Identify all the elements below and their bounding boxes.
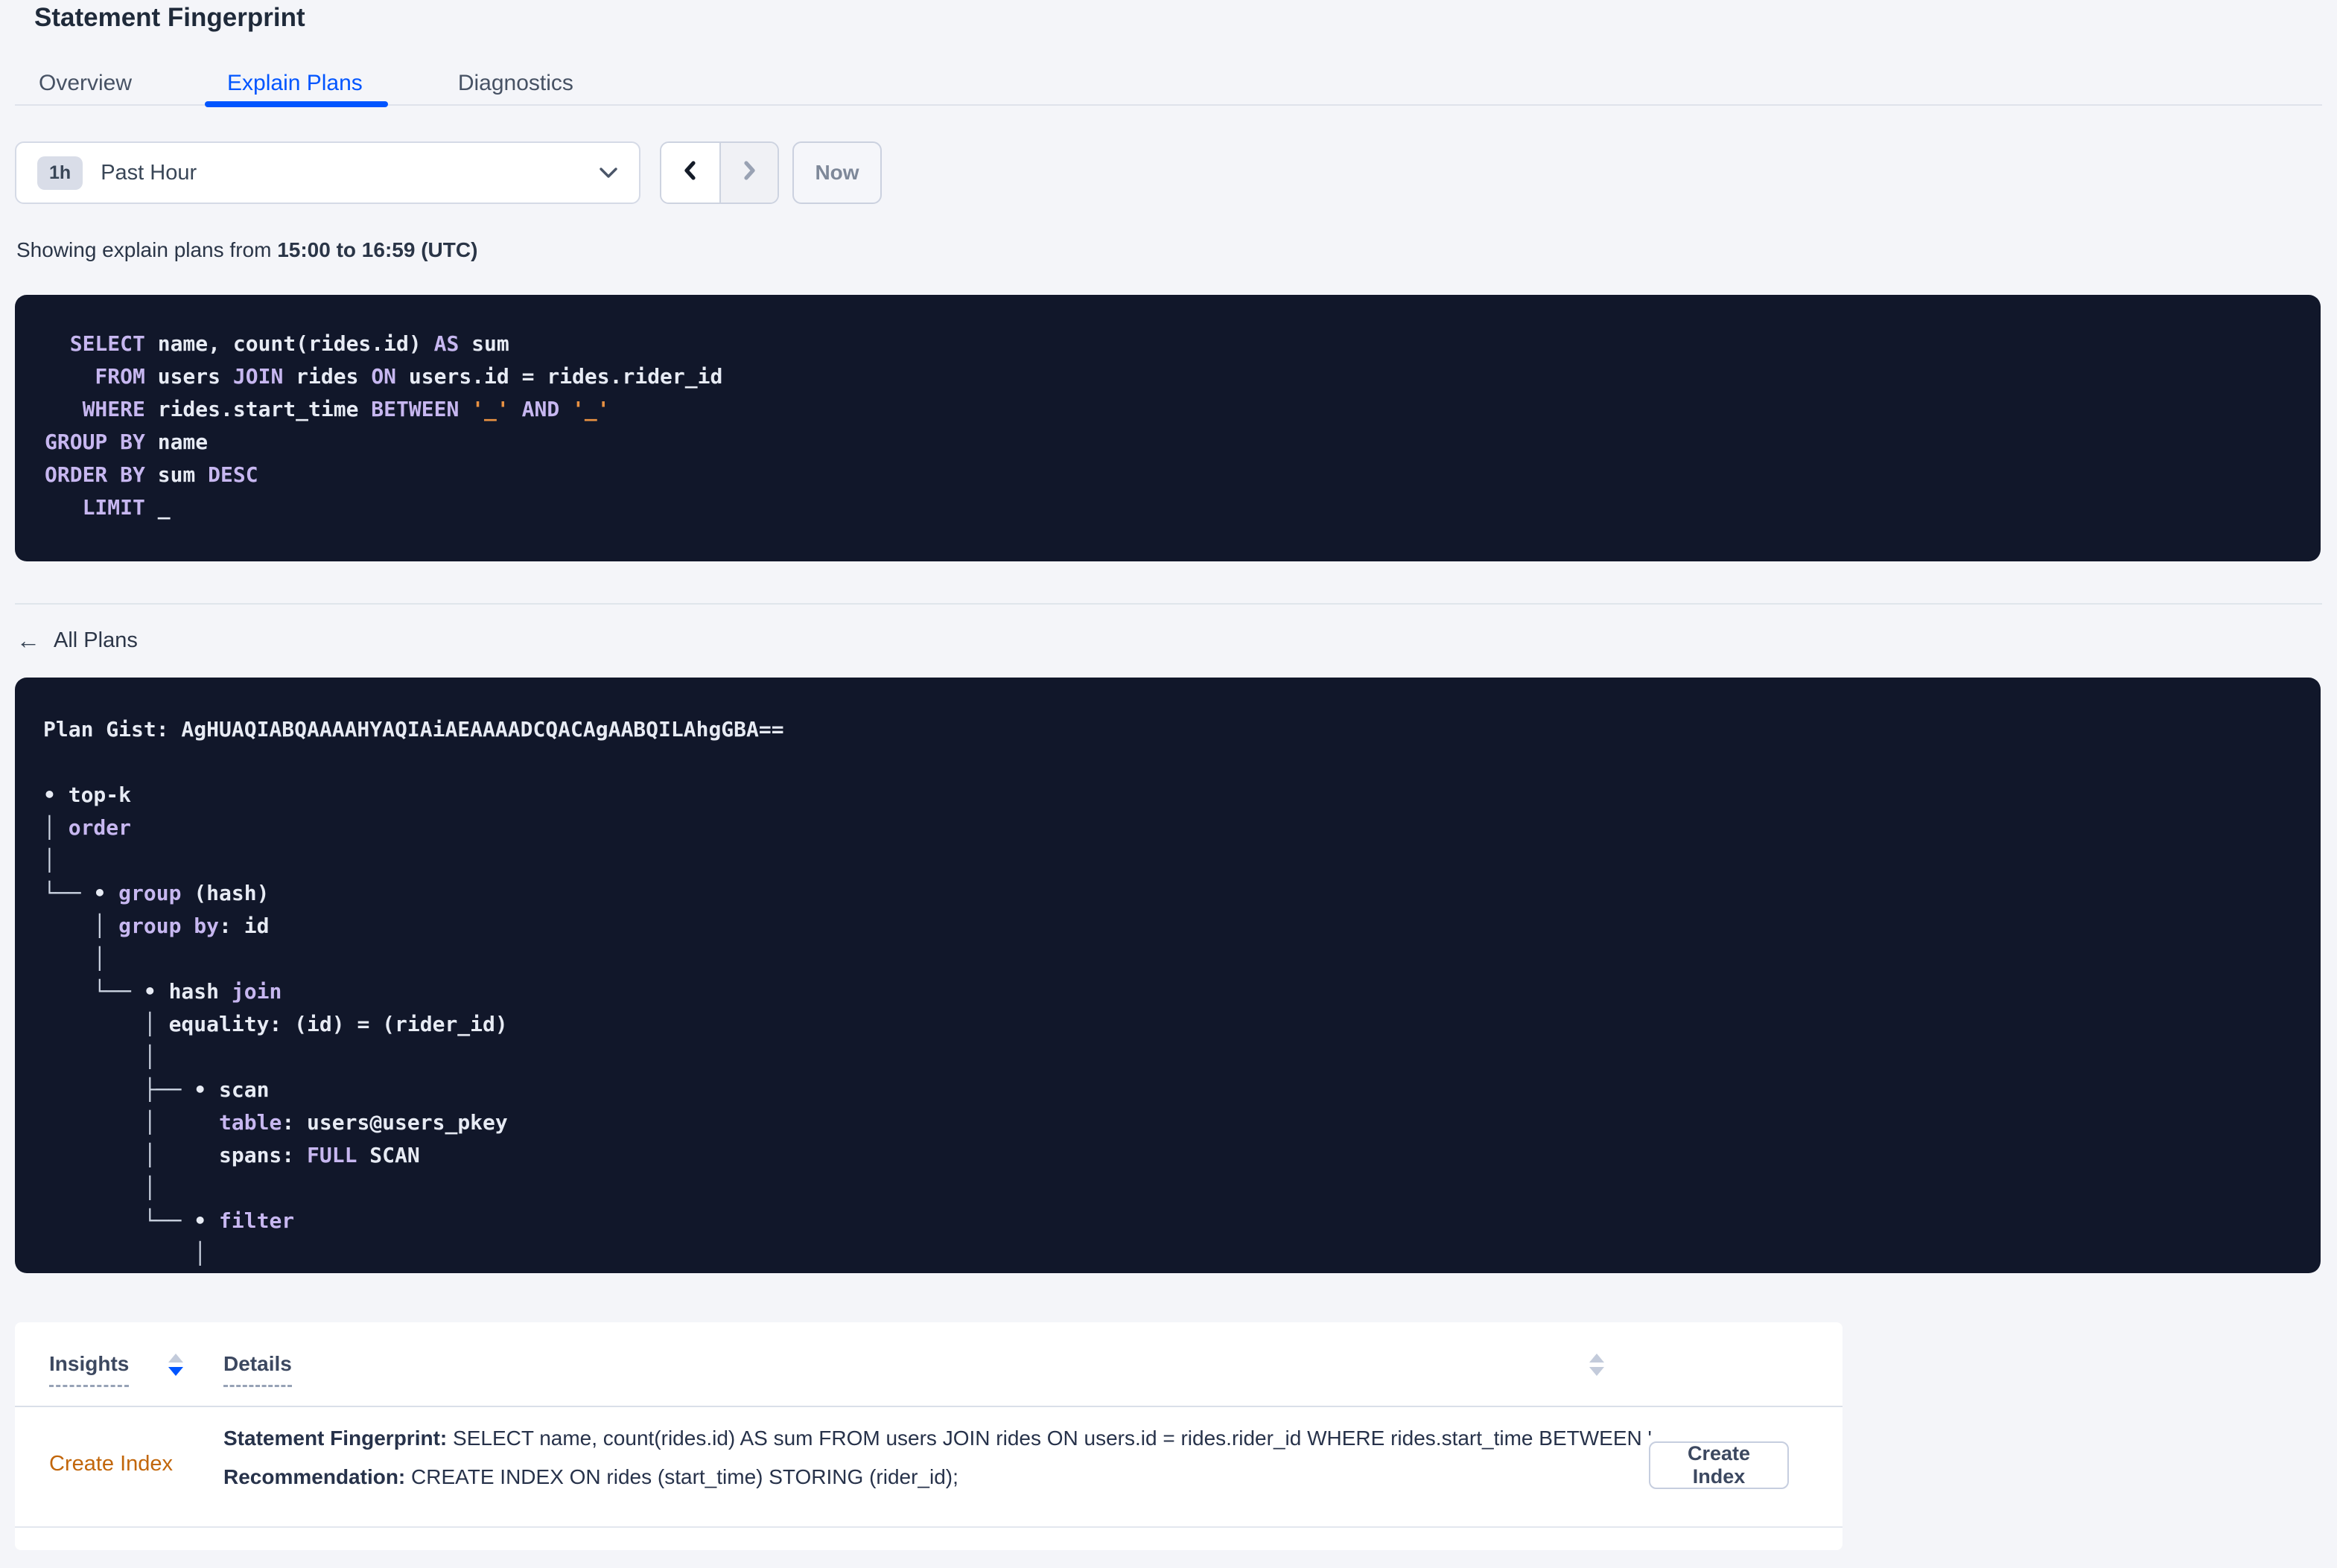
sort-icon-details[interactable] bbox=[1589, 1354, 1604, 1376]
time-range-dropdown[interactable]: 1h Past Hour bbox=[15, 141, 640, 204]
insights-table-card: Insights Details Create Index Statement … bbox=[15, 1322, 1842, 1550]
sort-icon-insights[interactable] bbox=[168, 1354, 183, 1376]
sort-asc-triangle bbox=[1589, 1354, 1604, 1363]
recommendation-line: Recommendation: CREATE INDEX ON rides (s… bbox=[223, 1465, 1684, 1489]
previous-range-button[interactable] bbox=[661, 143, 719, 203]
sort-desc-triangle bbox=[1589, 1367, 1604, 1376]
range-caption-value: 15:00 to 16:59 (UTC) bbox=[277, 238, 478, 261]
range-caption: Showing explain plans from 15:00 to 16:5… bbox=[16, 238, 477, 262]
tab-explain-plans[interactable]: Explain Plans bbox=[205, 71, 388, 107]
plan-gist-block: Plan Gist: AgHUAQIABQAAAAHYAQIAiAEAAAADC… bbox=[15, 678, 2321, 1273]
recommendation-value: CREATE INDEX ON rides (start_time) STORI… bbox=[405, 1465, 958, 1488]
chevron-left-icon bbox=[680, 159, 701, 188]
page-title: Statement Fingerprint bbox=[34, 3, 305, 32]
insight-details-cell: Statement Fingerprint: SELECT name, coun… bbox=[223, 1427, 1684, 1504]
chevron-right-icon bbox=[739, 159, 760, 188]
sort-asc-triangle bbox=[168, 1354, 183, 1363]
table-row-border bbox=[15, 1526, 1842, 1528]
all-plans-label: All Plans bbox=[54, 628, 138, 652]
section-divider bbox=[15, 603, 2322, 605]
now-button[interactable]: Now bbox=[792, 141, 882, 204]
time-range-label: Past Hour bbox=[101, 160, 197, 185]
insight-type-link[interactable]: Create Index bbox=[49, 1452, 173, 1476]
statement-fingerprint-page: Statement Fingerprint Overview Explain P… bbox=[0, 0, 2337, 1568]
next-range-button[interactable] bbox=[719, 143, 778, 203]
tab-diagnostics[interactable]: Diagnostics bbox=[458, 71, 573, 95]
plan-gist-header: Plan Gist: AgHUAQIABQAAAAHYAQIAiAEAAAADC… bbox=[43, 717, 784, 742]
time-picker-row: 1h Past Hour Now bbox=[15, 141, 882, 204]
arrow-left-icon: ← bbox=[16, 627, 40, 654]
recommendation-label: Recommendation: bbox=[223, 1465, 406, 1488]
all-plans-link[interactable]: ← All Plans bbox=[16, 627, 138, 654]
fingerprint-value: SELECT name, count(rides.id) AS sum FROM… bbox=[447, 1427, 1685, 1450]
chevron-down-icon bbox=[599, 167, 618, 179]
tab-bar: Overview Explain Plans Diagnostics bbox=[39, 71, 669, 107]
table-header-border bbox=[15, 1406, 1842, 1407]
column-header-insights[interactable]: Insights bbox=[49, 1352, 130, 1387]
fingerprint-label: Statement Fingerprint: bbox=[223, 1427, 448, 1450]
range-caption-prefix: Showing explain plans from bbox=[16, 238, 278, 261]
tab-overview[interactable]: Overview bbox=[39, 71, 132, 95]
time-range-pager bbox=[660, 141, 779, 204]
time-range-badge: 1h bbox=[37, 156, 83, 190]
plan-gist-tree: • top-k │ order │ └── • group (hash) │ grou… bbox=[43, 783, 508, 1266]
create-index-button[interactable]: Create Index bbox=[1649, 1441, 1789, 1489]
sort-desc-triangle bbox=[168, 1367, 183, 1376]
fingerprint-line: Statement Fingerprint: SELECT name, coun… bbox=[223, 1427, 1684, 1450]
sql-statement-text: SELECT name, count(rides.id) AS sum FROM… bbox=[45, 331, 723, 520]
column-header-details[interactable]: Details bbox=[223, 1352, 292, 1387]
sql-statement-block: SELECT name, count(rides.id) AS sum FROM… bbox=[15, 295, 2321, 561]
